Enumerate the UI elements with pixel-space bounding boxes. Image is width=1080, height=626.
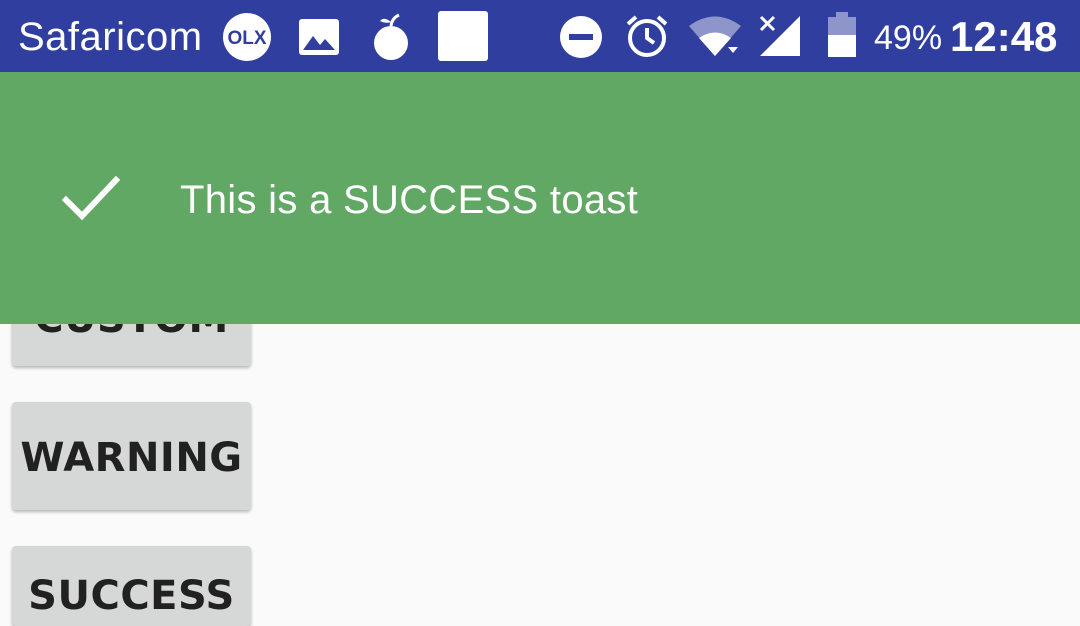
success-button-label: SUCCESS — [28, 573, 235, 619]
olx-icon: OLX — [223, 13, 271, 61]
image-icon — [299, 19, 339, 55]
warning-button[interactable]: WARNING — [12, 402, 251, 510]
carrier-name: Safaricom — [18, 15, 203, 59]
blank-square-icon — [438, 11, 488, 61]
status-bar: Safaricom OLX 49% 12:48 — [0, 0, 1080, 72]
alarm-icon — [626, 15, 668, 57]
battery-percentage: 49% — [874, 19, 943, 57]
toast-message: This is a SUCCESS toast — [180, 178, 639, 222]
warning-button-label: WARNING — [20, 435, 243, 481]
wifi-icon — [689, 16, 741, 56]
battery-icon — [828, 12, 856, 57]
svg-text:OLX: OLX — [227, 28, 266, 49]
clock: 12:48 — [950, 13, 1058, 60]
checkmark-icon — [62, 176, 120, 221]
success-button[interactable]: SUCCESS — [12, 546, 251, 626]
fruit-app-icon — [374, 13, 408, 60]
do-not-disturb-icon — [560, 16, 602, 58]
success-toast: This is a SUCCESS toast — [0, 72, 1080, 324]
signal-no-service-icon — [759, 15, 800, 56]
